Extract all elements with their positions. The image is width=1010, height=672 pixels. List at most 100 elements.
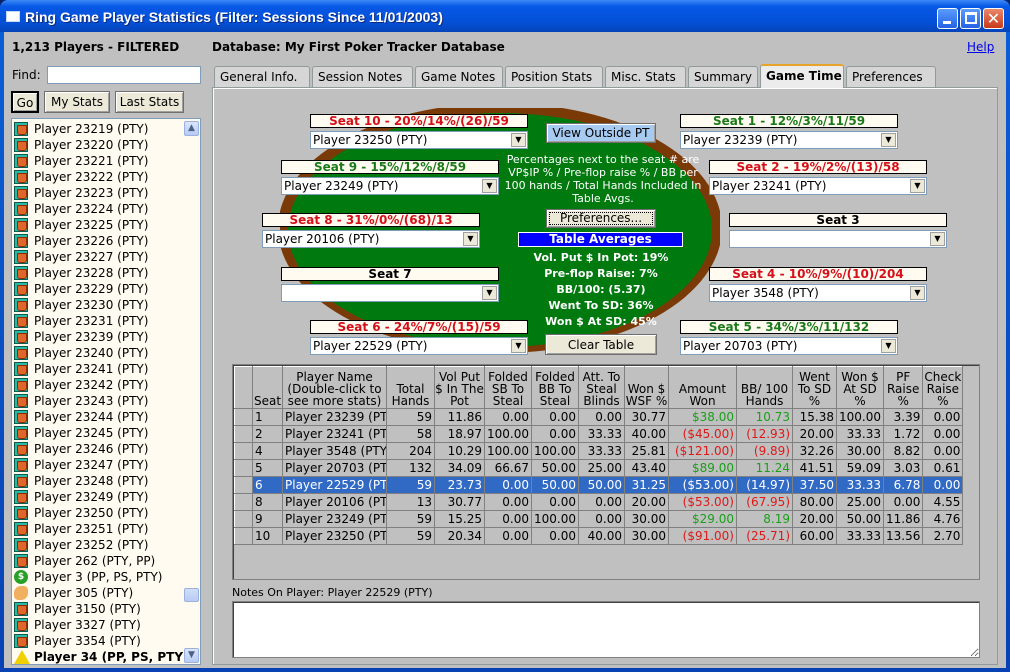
row-selector[interactable] xyxy=(234,408,253,426)
column-header[interactable]: Folded BB To Steal xyxy=(531,366,579,409)
dropdown-arrow-icon[interactable]: ▼ xyxy=(881,339,896,353)
tab-preferences[interactable]: Preferences xyxy=(846,66,936,87)
tab-general-info[interactable]: General Info. xyxy=(214,66,310,87)
minimize-button[interactable] xyxy=(937,8,958,29)
column-header[interactable]: Att. To Steal Blinds xyxy=(578,366,625,409)
cell-bb100: 8.19 xyxy=(736,510,793,528)
dropdown-arrow-icon[interactable]: ▼ xyxy=(511,339,526,353)
column-header[interactable]: BB/ 100 Hands xyxy=(736,366,793,409)
cell-cr: 0.00 xyxy=(922,425,964,443)
help-link[interactable]: Help xyxy=(967,40,994,54)
dropdown-arrow-icon[interactable]: ▼ xyxy=(910,286,925,300)
close-button[interactable]: ✕ xyxy=(983,8,1004,29)
seat-10-player-select[interactable]: Player 23250 (PTY) ▼ xyxy=(310,131,528,149)
dropdown-arrow-icon[interactable]: ▼ xyxy=(910,179,925,193)
scroll-up-button[interactable]: ▲ xyxy=(184,121,199,136)
row-selector[interactable] xyxy=(234,442,253,460)
row-selector[interactable] xyxy=(234,459,253,477)
dropdown-arrow-icon[interactable]: ▼ xyxy=(930,232,945,246)
column-header[interactable]: Folded SB To Steal xyxy=(484,366,532,409)
column-header[interactable]: Check Raise % xyxy=(922,366,964,409)
tab-position-stats[interactable]: Position Stats xyxy=(505,66,603,87)
row-selector[interactable] xyxy=(234,476,253,494)
dropdown-arrow-icon[interactable]: ▼ xyxy=(463,232,478,246)
seat-1-player-select[interactable]: Player 23239 (PTY) ▼ xyxy=(680,131,898,149)
basket-icon xyxy=(14,122,28,136)
column-header[interactable]: Player Name (Double-click to see more st… xyxy=(282,366,387,409)
column-header[interactable]: Won $ WSF % xyxy=(624,366,669,409)
row-selector[interactable] xyxy=(234,493,253,511)
clear-table-button[interactable]: Clear Table xyxy=(545,334,657,355)
column-header[interactable]: Amount Won xyxy=(668,366,737,409)
cell-cr: 0.00 xyxy=(922,408,964,426)
table-row[interactable]: 10Player 23250 (PTY)5920.340.000.0040.00… xyxy=(234,527,964,545)
column-header[interactable]: Went To SD % xyxy=(792,366,837,409)
table-row[interactable]: 9Player 23249 (PTY)5915.250.00100.000.00… xyxy=(234,510,964,528)
dropdown-arrow-icon[interactable]: ▼ xyxy=(482,286,497,300)
cell-hands: 59 xyxy=(386,527,435,545)
seat-9-player-select[interactable]: Player 23249 (PTY) ▼ xyxy=(281,177,499,195)
column-header[interactable]: PF Raise % xyxy=(882,366,924,409)
row-selector[interactable] xyxy=(234,527,253,545)
seat-5-player-select[interactable]: Player 20703 (PTY) ▼ xyxy=(680,337,898,355)
basket-icon xyxy=(14,250,28,264)
dropdown-arrow-icon[interactable]: ▼ xyxy=(511,133,526,147)
player-name: Player 23241 (PTY) xyxy=(34,362,149,376)
table-row[interactable]: 2Player 23241 (PTY)5818.97100.000.0033.3… xyxy=(234,425,964,443)
tab-summary[interactable]: Summary xyxy=(688,66,758,87)
scroll-down-button[interactable]: ▼ xyxy=(184,648,199,663)
title-bar[interactable]: Ring Game Player Statistics (Filter: Ses… xyxy=(0,0,1010,32)
cell-vpip: 10.29 xyxy=(434,442,485,460)
cell-pfr: 6.78 xyxy=(882,476,924,494)
column-header[interactable] xyxy=(234,366,253,409)
column-header[interactable]: Total Hands xyxy=(386,366,435,409)
player-name: Player 23231 (PTY) xyxy=(34,314,149,328)
dropdown-arrow-icon[interactable]: ▼ xyxy=(881,133,896,147)
dropdown-arrow-icon[interactable]: ▼ xyxy=(482,179,497,193)
tab-game-notes[interactable]: Game Notes xyxy=(415,66,503,87)
tab-session-notes[interactable]: Session Notes xyxy=(312,66,413,87)
seat-7-player-select[interactable]: ▼ xyxy=(281,284,499,302)
table-row[interactable]: 4 Player 3548 (PTY) 204 10.29 100.00 100.00 33… xyxy=(234,442,964,460)
seat-8-player-select[interactable]: Player 20106 (PTY) ▼ xyxy=(262,230,480,248)
player-list-scrollbar[interactable]: ▲ ▼ xyxy=(183,119,200,664)
player-notes-textarea[interactable] xyxy=(232,601,980,658)
table-row[interactable]: 1Player 23239 (PTY)5911.860.000.000.0030… xyxy=(234,408,964,426)
row-selector[interactable] xyxy=(234,510,253,528)
my-stats-button[interactable]: My Stats xyxy=(44,91,110,113)
cell-fbb: 50.00 xyxy=(531,476,579,494)
stats-grid[interactable]: Seat Player Name (Double-click to see mor… xyxy=(232,364,980,580)
cell-bb100: (12.93) xyxy=(736,425,793,443)
player-name: Player 3 (PP, PS, PTY) xyxy=(34,570,163,584)
cell-seat: 4 xyxy=(252,442,283,460)
scroll-thumb[interactable] xyxy=(184,588,199,602)
column-header[interactable]: Vol Put $ In The Pot xyxy=(434,366,485,409)
last-stats-button[interactable]: Last Stats xyxy=(115,91,184,113)
column-header[interactable]: Seat xyxy=(252,366,283,409)
cell-ats: 0.00 xyxy=(578,408,625,426)
maximize-icon xyxy=(965,12,977,24)
seat-4-player-select[interactable]: Player 3548 (PTY) ▼ xyxy=(709,284,927,302)
cell-cr: 4.55 xyxy=(922,493,964,511)
maximize-button[interactable] xyxy=(960,8,981,29)
cell-seat: 1 xyxy=(252,408,283,426)
table-row[interactable]: 8Player 20106 (PTY)1330.770.000.000.0020… xyxy=(234,493,964,511)
column-header[interactable]: Won $ At SD % xyxy=(836,366,884,409)
table-row[interactable]: 5Player 20703 (PTY)13234.0966.6750.0025.… xyxy=(234,459,964,477)
table-row[interactable]: 6Player 22529 (PTY)5923.730.0050.0050.00… xyxy=(234,476,964,494)
seat-2-player-select[interactable]: Player 23241 (PTY) ▼ xyxy=(709,177,927,195)
seat-3-player-select[interactable]: ▼ xyxy=(729,230,947,248)
basket-icon xyxy=(14,426,28,440)
find-input[interactable] xyxy=(47,66,201,84)
go-button[interactable]: Go xyxy=(11,91,39,113)
basket-icon xyxy=(14,330,28,344)
player-list[interactable]: Player 23219 (PTY) Player 23220 (PTY) Play… xyxy=(11,118,201,665)
tab-misc-stats[interactable]: Misc. Stats xyxy=(605,66,686,87)
player-name: Player 23219 (PTY) xyxy=(34,122,149,136)
cell-won: ($121.00) xyxy=(668,442,737,460)
preferences-button[interactable]: Preferences... xyxy=(546,209,656,228)
tab-game-time[interactable]: Game Time xyxy=(760,64,844,88)
view-outside-pt-button[interactable]: View Outside PT xyxy=(546,123,656,143)
seat-6-player-select[interactable]: Player 22529 (PTY) ▼ xyxy=(310,337,528,355)
row-selector[interactable] xyxy=(234,425,253,443)
